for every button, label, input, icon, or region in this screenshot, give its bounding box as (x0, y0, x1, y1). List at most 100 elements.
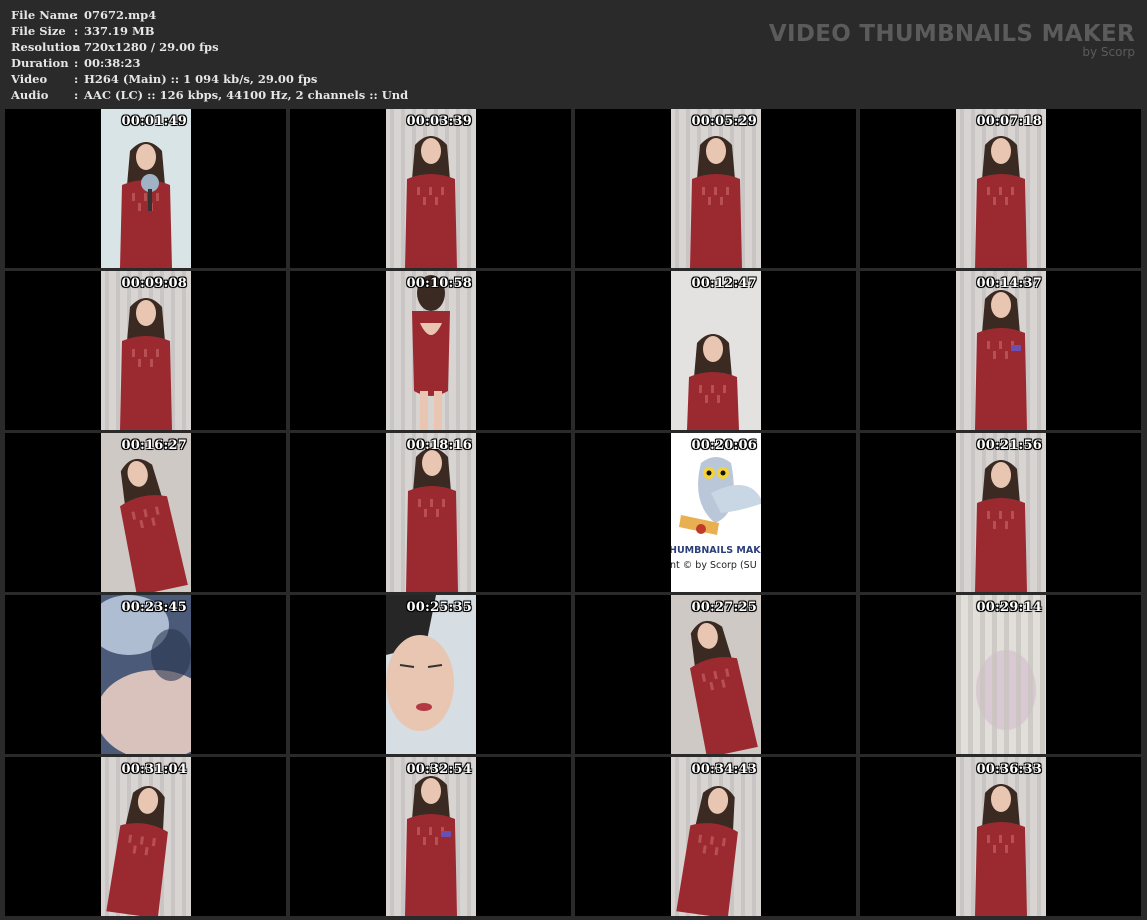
thumbnail-cell: 00:09:08 (5, 271, 286, 430)
thumbnail-cell: HUMBNAILS MAKER 8 nt © by Scorp (SU 00:20:… (575, 433, 856, 592)
timestamp-label: 00:12:47 (691, 276, 757, 291)
thumbnail-frame: 00:23:45 (101, 595, 191, 754)
thumbnail-cell: 00:23:45 (5, 595, 286, 754)
timestamp-label: 00:16:27 (121, 438, 187, 453)
info-row: File Size:337.19 MB (11, 23, 408, 39)
thumbnail-cell: 00:18:16 (290, 433, 571, 592)
timestamp-label: 00:25:35 (406, 600, 472, 615)
timestamp-label: 00:31:04 (121, 762, 187, 777)
thumbnail-frame: HUMBNAILS MAKER 8 nt © by Scorp (SU 00:20:… (671, 433, 761, 592)
timestamp-label: 00:29:14 (976, 600, 1042, 615)
video-frame-image (101, 109, 191, 268)
thumbnail-frame: 00:36:33 (956, 757, 1046, 916)
thumbnail-frame: 00:27:25 (671, 595, 761, 754)
info-separator: : (74, 40, 79, 54)
thumbnail-frame: 00:09:08 (101, 271, 191, 430)
thumbnail-frame: 00:14:37 (956, 271, 1046, 430)
info-separator: : (74, 24, 79, 38)
thumbnail-frame: 00:07:18 (956, 109, 1046, 268)
video-frame-image (101, 271, 191, 430)
info-key: Duration (11, 56, 69, 70)
promo-copyright: nt © by Scorp (SU (671, 560, 757, 571)
thumbnail-frame: 00:12:47 (671, 271, 761, 430)
video-frame-image (956, 271, 1046, 430)
promo-frame: HUMBNAILS MAKER 8 nt © by Scorp (SU (671, 433, 761, 592)
info-key: Audio (11, 88, 49, 102)
thumbnail-cell: 00:14:37 (860, 271, 1141, 430)
info-value: 720x1280 / 29.00 fps (84, 40, 219, 54)
timestamp-label: 00:34:43 (691, 762, 757, 777)
thumbnail-cell: 00:07:18 (860, 109, 1141, 268)
video-frame-image (956, 109, 1046, 268)
info-separator: : (74, 56, 79, 70)
timestamp-label: 00:01:49 (121, 114, 187, 129)
thumbnail-cell: 00:21:56 (860, 433, 1141, 592)
info-value: H264 (Main) :: 1 094 kb/s, 29.00 fps (84, 72, 318, 86)
info-separator: : (74, 8, 79, 22)
timestamp-label: 00:05:29 (691, 114, 757, 129)
thumbnail-cell: 00:16:27 (5, 433, 286, 592)
info-value: 07672.mp4 (84, 8, 157, 22)
thumbnail-cell: 00:01:49 (5, 109, 286, 268)
video-frame-image (386, 271, 476, 430)
info-row: Audio: AAC (LC) :: 126 kbps, 44100 Hz, 2 … (11, 87, 408, 103)
thumbnail-frame: 00:29:14 (956, 595, 1046, 754)
thumbnail-cell: 00:03:39 (290, 109, 571, 268)
info-key: File Name (11, 8, 77, 22)
thumbnail-frame: 00:18:16 (386, 433, 476, 592)
timestamp-label: 00:32:54 (406, 762, 472, 777)
brand-watermark: VIDEO THUMBNAILS MAKER by Scorp (769, 20, 1135, 58)
video-frame-image (956, 757, 1046, 916)
thumbnail-frame: 00:10:58 (386, 271, 476, 430)
info-row: Duration:00:38:23 (11, 55, 408, 71)
info-row: Video: H264 (Main) :: 1 094 kb/s, 29.00 f… (11, 71, 408, 87)
timestamp-label: 00:21:56 (976, 438, 1042, 453)
timestamp-label: 00:07:18 (976, 114, 1042, 129)
thumbnail-frame: 00:31:04 (101, 757, 191, 916)
thumbnail-cell: 00:32:54 (290, 757, 571, 916)
thumbnail-frame: 00:03:39 (386, 109, 476, 268)
timestamp-label: 00:36:33 (976, 762, 1042, 777)
video-frame-image (386, 757, 476, 916)
info-value: AAC (LC) :: 126 kbps, 44100 Hz, 2 channe… (84, 88, 409, 102)
video-frame-image (671, 757, 761, 916)
info-row: File Name:07672.mp4 (11, 7, 408, 23)
video-frame-image (386, 595, 476, 754)
thumbnail-frame: 00:21:56 (956, 433, 1046, 592)
thumbnail-cell: 00:25:35 (290, 595, 571, 754)
info-key: File Size (11, 24, 66, 38)
timestamp-label: 00:20:06 (691, 438, 757, 453)
thumbnail-frame: 00:05:29 (671, 109, 761, 268)
info-separator: : (74, 72, 79, 86)
thumbnail-cell: 00:29:14 (860, 595, 1141, 754)
thumbnail-cell: 00:36:33 (860, 757, 1141, 916)
thumbnail-frame: 00:01:49 (101, 109, 191, 268)
video-frame-image (101, 433, 191, 592)
video-frame-image (956, 433, 1046, 592)
thumbnail-cell: 00:27:25 (575, 595, 856, 754)
info-row: Resolution:720x1280 / 29.00 fps (11, 39, 408, 55)
timestamp-label: 00:27:25 (691, 600, 757, 615)
promo-title: HUMBNAILS MAKER 8 (671, 545, 761, 556)
info-key: Video (11, 72, 48, 86)
thumbnail-cell: 00:12:47 (575, 271, 856, 430)
thumbnail-frame: 00:25:35 (386, 595, 476, 754)
timestamp-label: 00:10:58 (406, 276, 472, 291)
thumbnail-cell: 00:05:29 (575, 109, 856, 268)
video-frame-image (671, 109, 761, 268)
timestamp-label: 00:03:39 (406, 114, 472, 129)
video-frame-image (671, 595, 761, 754)
info-separator: : (74, 88, 79, 102)
thumbnail-cell: 00:34:43 (575, 757, 856, 916)
timestamp-label: 00:14:37 (976, 276, 1042, 291)
file-info-panel: File Name:07672.mp4 File Size:337.19 MB Re… (11, 7, 408, 103)
brand-title: VIDEO THUMBNAILS MAKER (768, 21, 1135, 47)
timestamp-label: 00:23:45 (121, 600, 187, 615)
video-frame-image (386, 433, 476, 592)
thumbnail-cell: 00:10:58 (290, 271, 571, 430)
video-frame-image (671, 271, 761, 430)
thumbnail-frame: 00:16:27 (101, 433, 191, 592)
timestamp-label: 00:09:08 (121, 276, 187, 291)
video-frame-image (956, 595, 1046, 754)
video-frame-image (101, 595, 191, 754)
